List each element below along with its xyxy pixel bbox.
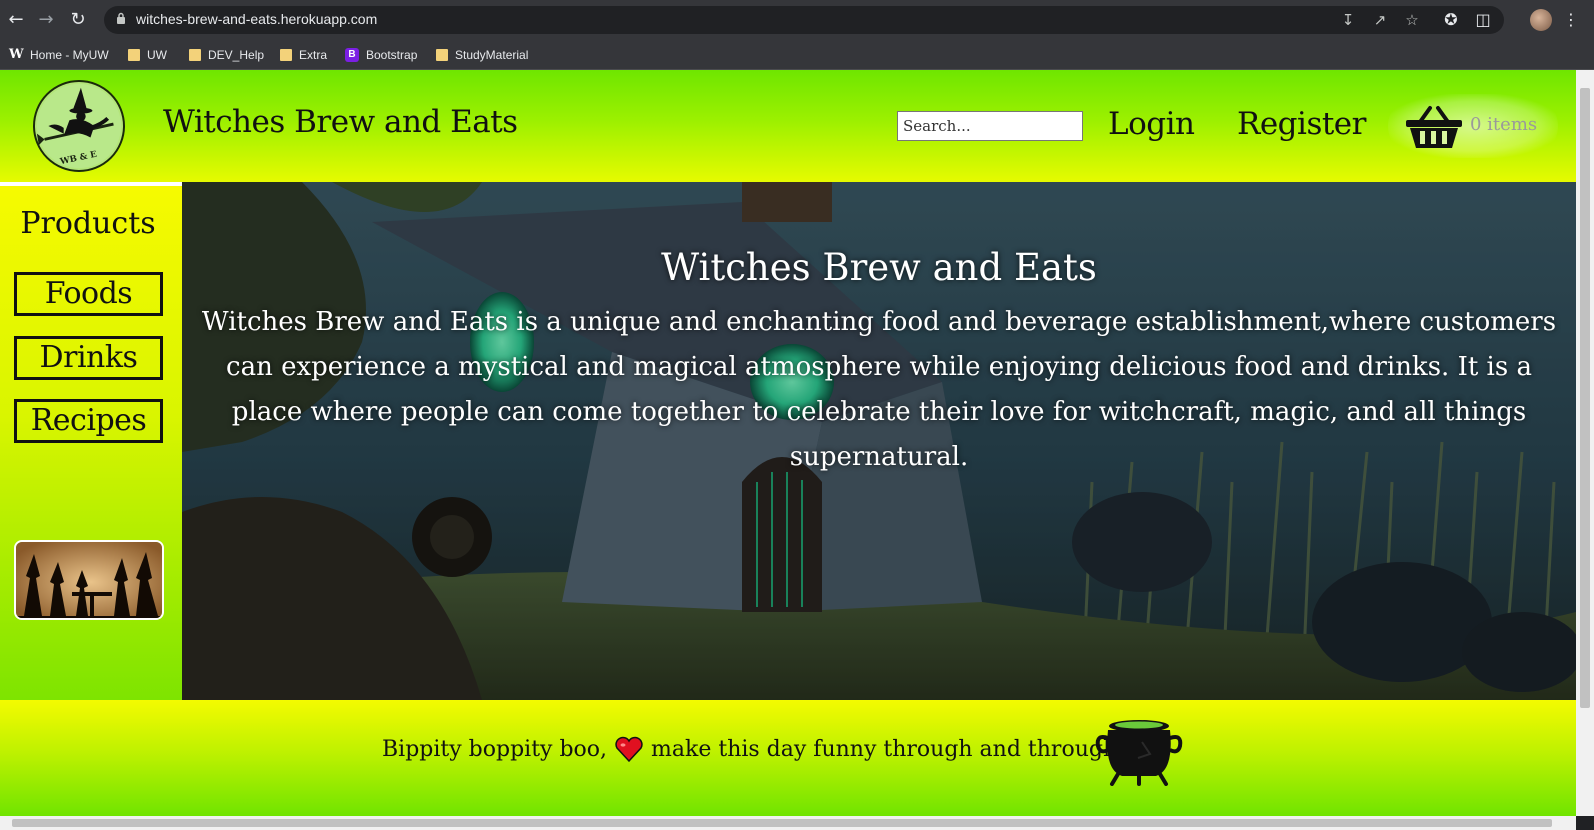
back-arrow-icon[interactable]: ← (4, 8, 28, 32)
share-icon[interactable]: ↗ (1370, 10, 1390, 30)
bookmark-label: StudyMaterial (455, 48, 529, 62)
lock-icon (117, 12, 125, 24)
hero-title: Witches Brew and Eats (661, 246, 1097, 289)
cauldron-icon (1095, 720, 1183, 786)
profile-avatar[interactable] (1530, 9, 1552, 31)
bookmark-label: UW (147, 48, 167, 62)
folder-icon (189, 49, 201, 61)
bootstrap-icon: B (345, 48, 359, 62)
footer-text-before: Bippity boppity boo, (382, 736, 608, 762)
folder-icon (128, 49, 140, 61)
side-panel-icon[interactable]: ◫ (1472, 9, 1494, 31)
search-input[interactable] (897, 111, 1083, 141)
bookmark-dev-help[interactable]: DEV_Help (189, 46, 264, 64)
drinks-button[interactable]: Drinks (14, 336, 163, 380)
folder-icon (280, 49, 292, 61)
horizontal-scroll-thumb[interactable] (12, 819, 1552, 827)
reload-icon[interactable]: ↻ (66, 8, 90, 32)
site-title[interactable]: Witches Brew and Eats (163, 104, 518, 140)
witches-tea-party-image (14, 540, 164, 620)
footer-tagline: Bippity boppity boo, make this day funny… (382, 736, 1126, 762)
uw-w-icon: W (9, 47, 24, 62)
cart-count: 0 items (1470, 114, 1538, 135)
foods-button[interactable]: Foods (14, 272, 163, 316)
bookmarks-bar: W Home - MyUW UW DEV_Help Extra B Bootst… (0, 40, 1594, 70)
hero-description: Witches Brew and Eats is a unique and en… (201, 307, 1557, 472)
page-viewport: WB & E Witches Brew and Eats Login Regis… (0, 70, 1576, 816)
bookmark-label: Home - MyUW (30, 48, 109, 62)
bookmark-studymaterial[interactable]: StudyMaterial (436, 46, 528, 64)
hero-banner: Witches Brew and Eats Witches Brew and E… (182, 182, 1576, 700)
bookmark-label: Extra (299, 48, 328, 62)
bookmark-home-myuw[interactable]: W Home - MyUW (9, 46, 109, 64)
bookmark-star-icon[interactable]: ☆ (1402, 10, 1422, 30)
vertical-scrollbar[interactable] (1576, 70, 1594, 816)
bookmark-label: DEV_Help (208, 48, 265, 62)
extensions-icon[interactable]: ✪ (1440, 9, 1462, 31)
bookmark-bootstrap[interactable]: B Bootstrap (345, 46, 417, 64)
products-sidebar: Products Foods Drinks Recipes (0, 186, 182, 700)
horizontal-scrollbar[interactable] (0, 816, 1576, 830)
register-link[interactable]: Register (1237, 106, 1366, 142)
browser-toolbar: ← → ↻ witches-brew-and-eats.herokuapp.co… (0, 0, 1594, 40)
recipes-button[interactable]: Recipes (14, 399, 163, 443)
footer-text-after: make this day funny through and through! (651, 736, 1126, 762)
bookmark-extra[interactable]: Extra (280, 46, 327, 64)
install-icon[interactable]: ↧ (1338, 10, 1358, 30)
address-bar[interactable]: witches-brew-and-eats.herokuapp.com ↧ ↗ … (104, 6, 1504, 34)
site-header: WB & E Witches Brew and Eats Login Regis… (0, 70, 1576, 182)
folder-icon (436, 49, 448, 61)
login-link[interactable]: Login (1108, 106, 1195, 142)
menu-kebab-icon[interactable]: ⋮ (1560, 9, 1582, 31)
bookmark-uw[interactable]: UW (128, 46, 167, 64)
bookmark-label: Bootstrap (366, 48, 418, 62)
url-text: witches-brew-and-eats.herokuapp.com (136, 11, 378, 27)
shopping-basket-icon (1406, 106, 1462, 148)
vertical-scroll-thumb[interactable] (1580, 88, 1590, 708)
forward-arrow-icon[interactable]: → (34, 8, 58, 32)
witch-logo-icon[interactable]: WB & E (33, 80, 125, 172)
site-footer: Bippity boppity boo, make this day funny… (0, 700, 1576, 816)
cart-button[interactable]: 0 items (1388, 94, 1558, 158)
sidebar-heading: Products (20, 206, 156, 241)
heart-icon (615, 736, 643, 762)
